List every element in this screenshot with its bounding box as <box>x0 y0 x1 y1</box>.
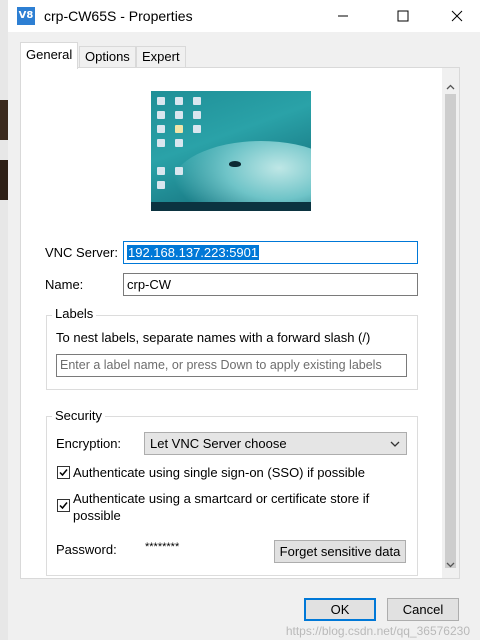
background-window-thumbnail <box>0 160 8 200</box>
ok-button[interactable]: OK <box>304 598 376 621</box>
vnc-server-input[interactable]: 192.168.137.223:5901 <box>123 241 418 264</box>
sso-checkbox[interactable] <box>57 466 70 479</box>
desktop-thumbnail <box>151 91 311 211</box>
background-window-strip <box>0 0 8 640</box>
tab-expert[interactable]: Expert <box>136 46 186 68</box>
vnc-server-label: VNC Server: <box>45 245 118 260</box>
smartcard-label[interactable]: Authenticate using a smartcard or certif… <box>73 490 393 524</box>
encryption-select[interactable]: Let VNC Server choose <box>144 432 407 455</box>
scrollbar-thumb[interactable] <box>445 94 456 568</box>
vertical-scrollbar[interactable] <box>442 68 459 578</box>
chevron-down-icon <box>390 441 400 447</box>
labels-group-title: Labels <box>52 306 97 321</box>
general-panel: VNC Server: 192.168.137.223:5901 Name: c… <box>20 67 460 579</box>
name-label: Name: <box>45 277 84 292</box>
security-group-title: Security <box>52 408 105 423</box>
chevron-up-icon <box>446 84 455 89</box>
vnc-server-value: 192.168.137.223:5901 <box>127 245 260 260</box>
minimize-button[interactable] <box>320 0 366 32</box>
encryption-value: Let VNC Server choose <box>150 436 287 451</box>
scroll-down-button[interactable] <box>442 556 459 573</box>
forget-sensitive-data-button[interactable]: Forget sensitive data <box>274 540 406 563</box>
scroll-up-button[interactable] <box>442 78 459 95</box>
title-bar[interactable]: V8 crp-CW65S - Properties <box>8 0 480 32</box>
smartcard-checkbox[interactable] <box>57 499 70 512</box>
tab-general[interactable]: General <box>20 42 79 69</box>
close-icon <box>451 10 463 22</box>
close-button[interactable] <box>434 0 480 32</box>
window-title: crp-CW65S - Properties <box>44 8 193 24</box>
label-input[interactable]: Enter a label name, or press Down to app… <box>56 354 407 377</box>
maximize-icon <box>397 10 409 22</box>
checkmark-icon <box>59 502 68 510</box>
checkmark-icon <box>59 469 68 477</box>
labels-group <box>46 315 418 390</box>
thumbnail-taskbar <box>151 202 311 211</box>
maximize-button[interactable] <box>380 0 426 32</box>
labels-hint: To nest labels, separate names with a fo… <box>56 330 371 345</box>
tab-options[interactable]: Options <box>79 46 136 68</box>
encryption-label: Encryption: <box>56 436 122 451</box>
chevron-down-icon <box>446 562 455 567</box>
password-value: ******** <box>145 541 180 553</box>
app-icon: V8 <box>17 7 35 25</box>
sso-label[interactable]: Authenticate using single sign-on (SSO) … <box>73 465 365 480</box>
watermark: https://blog.csdn.net/qq_36576230 <box>285 624 470 638</box>
name-input[interactable]: crp-CW <box>123 273 418 296</box>
minimize-icon <box>338 15 348 17</box>
password-label: Password: <box>56 542 117 557</box>
background-window-thumbnail <box>0 100 8 140</box>
cancel-button[interactable]: Cancel <box>387 598 459 621</box>
